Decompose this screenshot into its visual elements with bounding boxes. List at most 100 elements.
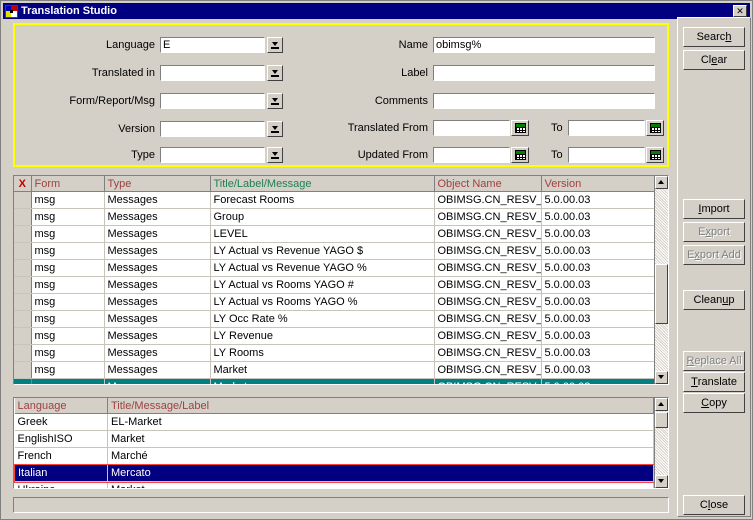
list-item[interactable]: FrenchMarché — [15, 448, 654, 465]
table-row[interactable]: msgMessagesLEVELOBIMSG.CN_RESV_PAC5.0.00… — [14, 226, 654, 243]
label-type: Type — [15, 149, 160, 161]
row-selector-cell[interactable] — [14, 192, 31, 209]
chevron-down-icon-language[interactable] — [267, 37, 283, 53]
results-col-type[interactable]: Type — [104, 176, 210, 192]
table-row[interactable]: msgMessagesLY Actual vs Rooms YAGO %OBIM… — [14, 294, 654, 311]
input-translated-in[interactable] — [160, 65, 265, 81]
cell-object-name: OBIMSG.CN_RESV_PAC — [434, 192, 541, 209]
input-updated-from[interactable] — [433, 147, 510, 163]
label-translated-in: Translated in — [15, 67, 160, 79]
chevron-down-icon-translated-in[interactable] — [267, 65, 283, 81]
results-vertical-scrollbar[interactable] — [654, 176, 668, 384]
field-row-comments: Comments — [315, 93, 655, 109]
label-comments: Comments — [315, 95, 433, 107]
row-selector-cell[interactable] — [14, 226, 31, 243]
cell-type: Messages — [104, 328, 210, 345]
table-row[interactable]: msgMessagesLY Actual vs Revenue YAGO %OB… — [14, 260, 654, 277]
row-selector-cell[interactable] — [14, 328, 31, 345]
cell-form: msg — [31, 362, 104, 379]
cell-type: Messages — [104, 311, 210, 328]
chevron-down-icon-form-report-msg[interactable] — [267, 93, 283, 109]
results-col-x[interactable]: X — [14, 176, 31, 192]
cell-title: LY Actual vs Rooms YAGO % — [210, 294, 434, 311]
copy-button[interactable]: Copy — [683, 393, 745, 413]
close-button[interactable]: Close — [683, 495, 745, 515]
input-type[interactable] — [160, 147, 265, 163]
search-button[interactable]: Search — [683, 27, 745, 47]
translations-body: GreekEL-MarketEnglishISOMarketFrenchMarc… — [15, 414, 654, 489]
cleanup-button[interactable]: Cleanup — [683, 290, 745, 310]
input-label[interactable] — [433, 65, 655, 81]
calendar-icon-translated-from[interactable] — [511, 120, 529, 136]
close-icon[interactable]: ✕ — [733, 5, 747, 17]
translations-col-language[interactable]: Language — [15, 398, 108, 414]
input-language[interactable]: E — [160, 37, 265, 53]
table-row[interactable]: msgMessagesLY Occ Rate %OBIMSG.CN_RESV_P… — [14, 311, 654, 328]
translate-button[interactable]: Translate — [683, 372, 745, 392]
chevron-down-icon-type[interactable] — [267, 147, 283, 163]
table-row[interactable]: msgMessagesLY Actual vs Revenue YAGO $OB… — [14, 243, 654, 260]
cell-form: msg — [31, 209, 104, 226]
row-selector-cell[interactable] — [14, 243, 31, 260]
input-form-report-msg[interactable] — [160, 93, 265, 109]
cell-title: Market — [210, 362, 434, 379]
calendar-icon-updated-from[interactable] — [511, 147, 529, 163]
search-criteria-panel: Language E Translated in Form/Report/Msg… — [13, 23, 669, 167]
chevron-down-icon-version[interactable] — [267, 121, 283, 137]
scroll-down-icon-translations[interactable] — [655, 475, 668, 488]
import-button[interactable]: Import — [683, 199, 745, 219]
row-selector-cell[interactable] — [14, 345, 31, 362]
list-item[interactable]: EnglishISOMarket — [15, 431, 654, 448]
results-col-version[interactable]: Version — [541, 176, 654, 192]
label-label: Label — [315, 67, 433, 79]
input-comments[interactable] — [433, 93, 655, 109]
results-col-title-label-message[interactable]: Title/Label/Message — [210, 176, 434, 192]
row-selector-cell[interactable] — [14, 294, 31, 311]
cell-version: 5.0.00.03 — [541, 277, 654, 294]
list-item[interactable]: UkraineMarket — [15, 482, 654, 489]
table-row[interactable]: msgMessagesMarketOBIMSG.CN_RESV_PAC5.0.0… — [14, 362, 654, 379]
input-updated-to[interactable] — [568, 147, 645, 163]
table-row[interactable]: msgMessagesLY RevenueOBIMSG.CN_RESV_PAC5… — [14, 328, 654, 345]
results-header-row: X Form Type Title/Label/Message Object N… — [14, 176, 654, 192]
cell-title: LY Actual vs Revenue YAGO % — [210, 260, 434, 277]
input-translated-to[interactable] — [568, 120, 645, 136]
input-translated-from[interactable] — [433, 120, 510, 136]
row-selector-cell[interactable] — [14, 362, 31, 379]
calendar-icon-translated-to[interactable] — [646, 120, 664, 136]
scroll-thumb-translations[interactable] — [655, 412, 668, 428]
input-name[interactable]: obimsg% — [433, 37, 655, 53]
export-button: Export — [683, 222, 745, 242]
translations-col-title-message-label[interactable]: Title/Message/Label — [108, 398, 654, 414]
table-row[interactable]: msgMessagesLY Actual vs Rooms YAGO #OBIM… — [14, 277, 654, 294]
cell-title: Group — [210, 209, 434, 226]
scroll-up-icon-results[interactable] — [655, 176, 668, 189]
table-row[interactable]: msgMessagesGroupOBIMSG.CN_RESV_PAC5.0.00… — [14, 209, 654, 226]
field-row-type: Type — [15, 147, 285, 163]
translations-vertical-scrollbar[interactable] — [654, 398, 668, 488]
table-row[interactable]: msgMessagesMarketOBIMSG.CN_RESV_PAC5.0.0… — [14, 379, 654, 385]
row-selector-cell[interactable] — [14, 311, 31, 328]
input-version[interactable] — [160, 121, 265, 137]
field-row-name: Name obimsg% — [315, 37, 655, 53]
scroll-down-icon-results[interactable] — [655, 371, 668, 384]
cell-object-name: OBIMSG.CN_RESV_PAC — [434, 328, 541, 345]
results-col-object-name[interactable]: Object Name — [434, 176, 541, 192]
cell-version: 5.0.00.03 — [541, 226, 654, 243]
scroll-thumb-results[interactable] — [655, 264, 668, 324]
clear-button[interactable]: Clear — [683, 50, 745, 70]
table-row[interactable]: msgMessagesForecast RoomsOBIMSG.CN_RESV_… — [14, 192, 654, 209]
cell-translation-text: EL-Market — [108, 414, 654, 431]
list-item[interactable]: GreekEL-Market — [15, 414, 654, 431]
row-selector-cell[interactable] — [14, 260, 31, 277]
cell-version: 5.0.00.03 — [541, 362, 654, 379]
row-selector-cell[interactable] — [14, 379, 31, 385]
row-selector-cell[interactable] — [14, 277, 31, 294]
calendar-icon-updated-to[interactable] — [646, 147, 664, 163]
row-selector-cell[interactable] — [14, 209, 31, 226]
table-row[interactable]: msgMessagesLY RoomsOBIMSG.CN_RESV_PAC5.0… — [14, 345, 654, 362]
list-item[interactable]: ItalianMercato — [15, 465, 654, 482]
scroll-up-icon-translations[interactable] — [655, 398, 668, 411]
results-col-form[interactable]: Form — [31, 176, 104, 192]
cell-translation-text: Market — [108, 482, 654, 489]
